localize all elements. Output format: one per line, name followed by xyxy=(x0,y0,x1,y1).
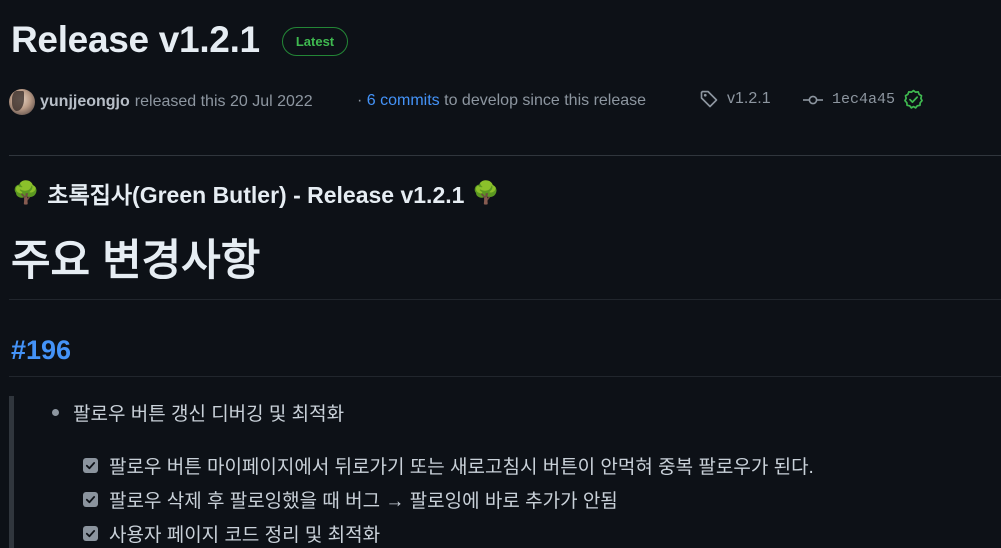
task-label: 팔로우 버튼 마이페이지에서 뒤로가기 또는 새로고침시 버튼이 안먹혀 중복 … xyxy=(109,457,814,478)
task-item: 팔로우 삭제 후 팔로잉했을 때 버그 → 팔로잉에 바로 추가가 안됨 xyxy=(83,486,618,513)
list-item: 팔로우 버튼 갱신 디버깅 및 최적화 xyxy=(52,399,344,426)
release-meta: yunjjeongjo released this 20 Jul 2022 · … xyxy=(9,88,999,116)
changes-heading: 주요 변경사항 xyxy=(11,237,261,285)
list-item-text: 팔로우 버튼 갱신 디버깅 및 최적화 xyxy=(73,404,345,425)
bullet-icon xyxy=(52,409,59,416)
release-notes-title-text: 초록집사(Green Butler) - Release v1.2.1 xyxy=(47,182,465,208)
tag-icon xyxy=(699,89,719,109)
release-page: Release v1.2.1 Latest yunjjeongjo releas… xyxy=(0,0,1001,548)
checkbox-checked-icon[interactable] xyxy=(83,492,98,507)
latest-badge: Latest xyxy=(281,27,349,56)
task-item: 사용자 페이지 코드 정리 및 최적화 xyxy=(83,520,380,547)
issue-link[interactable]: #196 xyxy=(11,331,71,369)
tree-emoji-left: 🌳 xyxy=(12,180,40,205)
task-item: 팔로우 버튼 마이페이지에서 뒤로가기 또는 새로고침시 버튼이 안먹혀 중복 … xyxy=(83,452,814,479)
commits-separator: · xyxy=(357,92,363,109)
blockquote-bar xyxy=(9,396,14,548)
git-commit-icon xyxy=(802,92,824,108)
commit-link[interactable]: 1ec4a45 xyxy=(802,89,924,110)
tag-link[interactable]: v1.2.1 xyxy=(699,89,771,109)
check-circle-icon[interactable] xyxy=(903,89,924,110)
tree-emoji-right: 🌳 xyxy=(472,180,500,205)
heading-divider xyxy=(9,299,1001,300)
author-link[interactable]: yunjjeongjo xyxy=(40,93,130,111)
task-label: 사용자 페이지 코드 정리 및 최적화 xyxy=(109,525,381,546)
commit-sha: 1ec4a45 xyxy=(832,91,896,108)
release-header: Release v1.2.1 Latest xyxy=(11,14,349,66)
released-date-text: released this 20 Jul 2022 xyxy=(134,93,313,110)
checkbox-checked-icon[interactable] xyxy=(83,458,98,473)
release-title[interactable]: Release v1.2.1 xyxy=(11,14,260,66)
tag-label: v1.2.1 xyxy=(727,90,771,107)
commits-info: · 6 commits to develop since this releas… xyxy=(357,92,646,110)
commits-link[interactable]: 6 commits xyxy=(367,92,440,109)
avatar[interactable] xyxy=(9,89,35,115)
header-divider xyxy=(9,155,1001,156)
commits-suffix: to develop since this release xyxy=(444,92,647,109)
checkbox-checked-icon[interactable] xyxy=(83,526,98,541)
issue-divider xyxy=(9,376,1001,377)
task-label: 팔로우 삭제 후 팔로잉했을 때 버그 → 팔로잉에 바로 추가가 안됨 xyxy=(109,491,618,512)
release-notes-title: 🌳 초록집사(Green Butler) - Release v1.2.1 🌳 xyxy=(12,176,500,210)
